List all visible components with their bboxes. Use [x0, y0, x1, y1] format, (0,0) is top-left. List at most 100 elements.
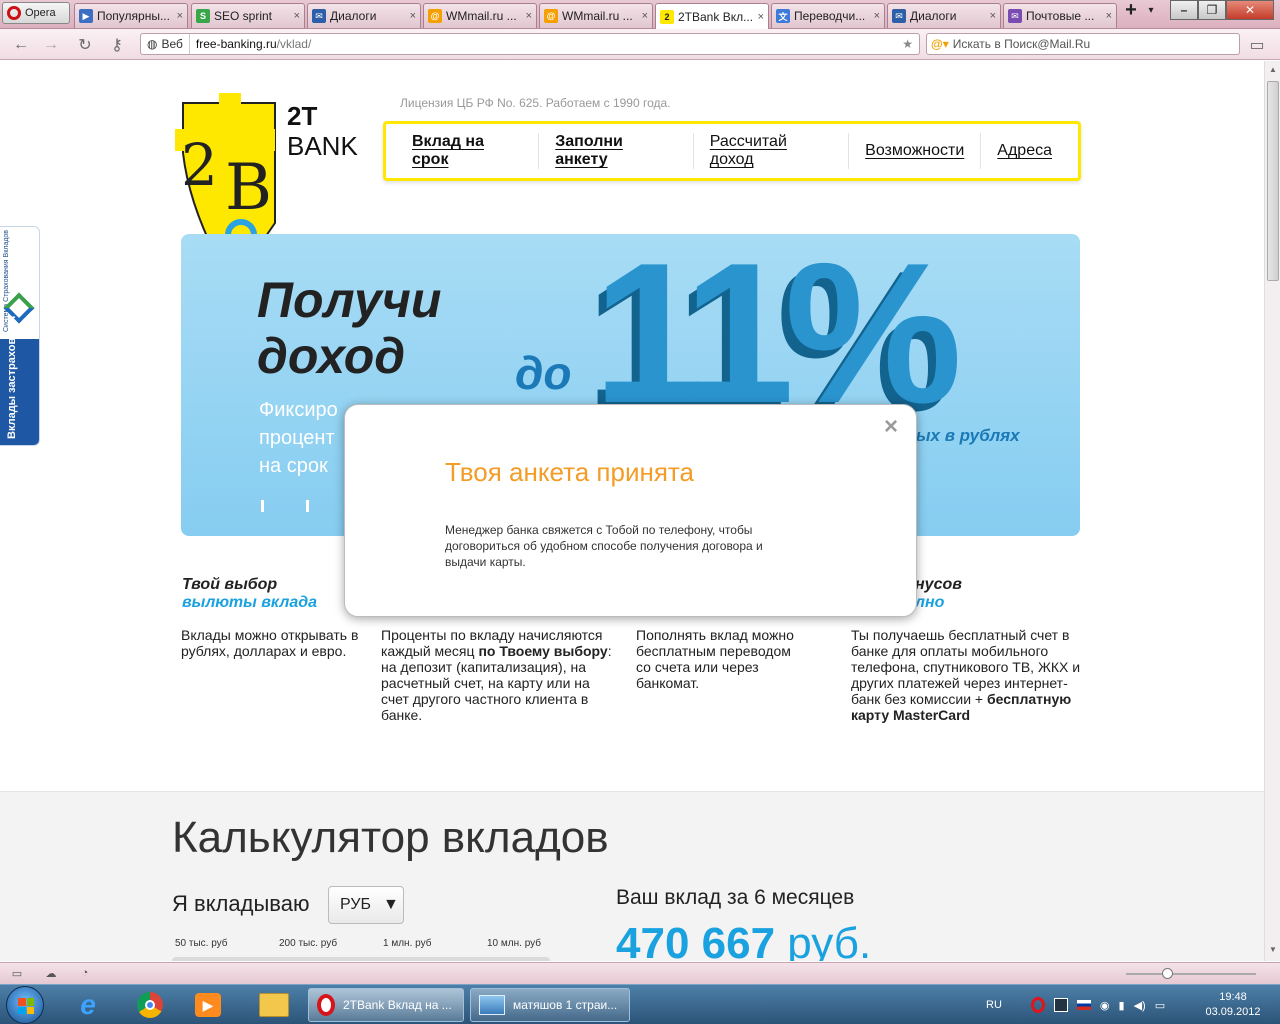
file-explorer-icon[interactable]: [252, 987, 296, 1023]
web-mode-indicator[interactable]: ◍ Веб: [141, 34, 190, 54]
windows-logo-icon: [18, 998, 34, 1014]
mail-icon: ✉: [1008, 9, 1022, 23]
search-placeholder: Искать в Поиск@Mail.Ru: [952, 37, 1091, 51]
url-path: /vklad/: [276, 37, 312, 51]
cloud-icon[interactable]: ☁: [44, 967, 58, 981]
scroll-down-icon[interactable]: ▼: [1267, 945, 1279, 957]
amount-slider[interactable]: [172, 957, 550, 961]
deposit-amount-label: Я вкладываю: [172, 891, 310, 916]
zoom-slider[interactable]: [1126, 973, 1256, 975]
browser-tab[interactable]: 文 Переводчи... ×: [771, 3, 885, 28]
deposit-insurance-badge[interactable]: Система Страхования Вкладов Вклады застр…: [0, 226, 40, 446]
tab-list-button[interactable]: ▾: [1142, 0, 1160, 20]
network-icon[interactable]: ◉: [1100, 999, 1110, 1012]
address-toolbar: ← → ↻ ⚷ ◍ Веб free-banking.ru/vklad/ ★ @…: [0, 29, 1280, 60]
scrollbar-thumb[interactable]: [1267, 81, 1279, 281]
close-tab-icon[interactable]: ×: [177, 10, 183, 22]
svg-text:2: 2: [181, 131, 218, 199]
chrome-icon[interactable]: [128, 987, 172, 1023]
browser-tab-bar: Opera ▶ Популярны... × S SEO sprint × ✉ Диалоги…: [0, 0, 1280, 29]
russian-flag-icon[interactable]: [1076, 1000, 1091, 1010]
close-tab-icon[interactable]: ×: [1106, 10, 1112, 22]
close-tab-icon[interactable]: ×: [874, 10, 880, 22]
tray-opera-icon[interactable]: [1030, 997, 1045, 1013]
maximize-button[interactable]: ❐: [1198, 0, 1226, 20]
tray-app-icon[interactable]: [1053, 998, 1068, 1012]
language-indicator[interactable]: RU: [986, 999, 1002, 1011]
zoom-slider-knob[interactable]: [1162, 968, 1173, 979]
url-field[interactable]: ◍ Веб free-banking.ru/vklad/ ★: [140, 33, 920, 55]
close-tab-icon[interactable]: ×: [410, 10, 416, 22]
chevron-down-icon: ▼: [382, 896, 399, 913]
reload-icon[interactable]: ↻: [74, 35, 96, 55]
banner-pager-dot[interactable]: [261, 500, 264, 512]
key-icon[interactable]: ⚷: [106, 35, 128, 55]
menu-item-addresses[interactable]: Адреса: [981, 133, 1068, 169]
menu-item-calculate[interactable]: Рассчитай доход: [694, 133, 850, 169]
close-tab-icon[interactable]: ×: [294, 10, 300, 22]
license-text: Лицензия ЦБ РФ No. 625. Работаем с 1990 …: [400, 96, 671, 110]
menu-item-application[interactable]: Заполни анкету: [539, 133, 694, 169]
windows-taskbar: e ▶ 2TBank Вклад на ... матяшов 1 страи.…: [0, 984, 1280, 1024]
volume-icon[interactable]: ◀): [1134, 999, 1146, 1012]
close-window-button[interactable]: ✕: [1226, 0, 1274, 20]
url-text: free-banking.ru/vklad/: [190, 37, 311, 51]
logo-wordmark-bottom: BANK: [287, 131, 358, 161]
calculator-title: Калькулятор вкладов: [172, 813, 609, 862]
system-clock[interactable]: 19:48 03.09.2012: [1198, 990, 1268, 1020]
browser-tab-label: Переводчи...: [794, 9, 866, 23]
close-tab-icon[interactable]: ×: [758, 11, 764, 23]
browser-tab[interactable]: ✉ Почтовые ... ×: [1003, 3, 1117, 28]
browser-tab-label: Почтовые ...: [1026, 9, 1095, 23]
forward-arrow-icon[interactable]: →: [40, 35, 62, 55]
close-icon[interactable]: ×: [884, 413, 898, 441]
result-unit: руб.: [787, 919, 872, 961]
taskbar-task-image-viewer[interactable]: матяшов 1 страи...: [470, 988, 630, 1022]
browser-tab[interactable]: ✉ Диалоги ×: [887, 3, 1001, 28]
clock-date: 03.09.2012: [1205, 1006, 1261, 1018]
panel-toggle-icon[interactable]: ▭: [1246, 35, 1268, 55]
wmmail-icon: @: [544, 9, 558, 23]
browser-tab[interactable]: ▶ Популярны... ×: [74, 3, 188, 28]
browser-tab[interactable]: ✉ Диалоги ×: [307, 3, 421, 28]
bookmark-star-icon[interactable]: ★: [902, 37, 913, 51]
globe-icon: ◍: [147, 37, 158, 51]
browser-tab[interactable]: @ WMmail.ru ... ×: [539, 3, 653, 28]
browser-tab[interactable]: @ WMmail.ru ... ×: [423, 3, 537, 28]
browser-tab[interactable]: 2 2TBank Вкл... ×: [655, 3, 769, 29]
close-tab-icon[interactable]: ×: [526, 10, 532, 22]
system-tray: RU ◉ ▮ ◀) ▭: [986, 985, 1165, 1024]
currency-select[interactable]: РУБ ▼: [328, 886, 404, 924]
search-field[interactable]: @▾ Искать в Поиск@Mail.Ru: [926, 33, 1240, 55]
opera-menu-button[interactable]: Opera: [2, 2, 70, 24]
banner-pager-dot[interactable]: [306, 500, 309, 512]
back-arrow-icon[interactable]: ←: [10, 35, 32, 55]
image-viewer-icon: [479, 995, 505, 1015]
media-player-icon[interactable]: ▶: [186, 987, 230, 1023]
scroll-up-icon[interactable]: ▲: [1267, 65, 1279, 77]
logo-wordmark-top: 2T: [287, 101, 318, 131]
menu-item-features[interactable]: Возможности: [849, 133, 982, 169]
browser-tab[interactable]: S SEO sprint ×: [191, 3, 305, 28]
2tbank-icon: 2: [660, 9, 674, 24]
minimize-button[interactable]: –: [1170, 0, 1198, 20]
close-tab-icon[interactable]: ×: [990, 10, 996, 22]
url-host: free-banking.ru: [195, 37, 277, 51]
taskbar-task-label: матяшов 1 страи...: [513, 998, 618, 1012]
vertical-scrollbar[interactable]: ▲ ▼: [1264, 61, 1280, 961]
start-button[interactable]: [6, 986, 44, 1024]
tray-battery-icon[interactable]: ▭: [1155, 999, 1165, 1012]
browser-tab-label: Диалоги: [910, 9, 957, 23]
confirmation-modal: × Твоя анкета принята Менеджер банка свя…: [344, 404, 917, 617]
tray-notification-icon[interactable]: ▮: [1119, 999, 1125, 1012]
search-engine-icon[interactable]: @▾: [931, 37, 949, 51]
speed-dial-icon[interactable]: ◔: [78, 967, 92, 981]
close-tab-icon[interactable]: ×: [642, 10, 648, 22]
internet-explorer-icon[interactable]: e: [66, 987, 110, 1023]
panel-icon[interactable]: ▭: [10, 967, 24, 981]
feature-2-text-bold: по Твоему выбору: [478, 643, 608, 659]
new-tab-button[interactable]: +: [1120, 0, 1142, 21]
menu-item-deposit[interactable]: Вклад на срок: [396, 133, 540, 169]
taskbar-task-opera[interactable]: 2TBank Вклад на ...: [308, 988, 464, 1022]
opera-logo-icon: [7, 6, 21, 20]
